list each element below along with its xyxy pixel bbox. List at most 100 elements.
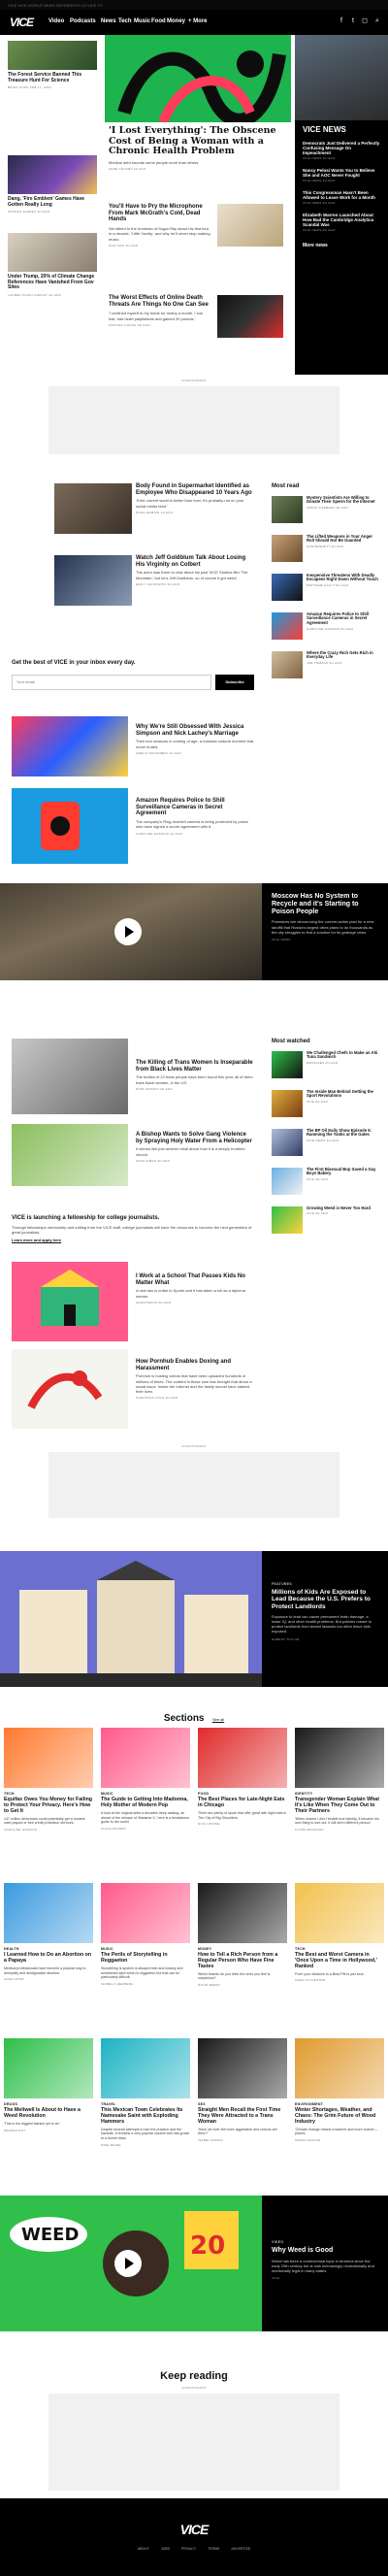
weed-video-headline[interactable]: Why Weed is Good [272,2247,378,2255]
feed-item[interactable]: Why We're Still Obsessed With Jessica Si… [12,716,258,784]
section-category[interactable]: HEALTH [4,1947,93,1951]
section-category[interactable]: ENVIRONMENT [295,2102,384,2106]
section-card[interactable]: SEX Straight Men Recall the First Time Th… [198,2038,287,2142]
video-feature-headline[interactable]: Moscow Has No System to Recycle and it's… [272,893,378,915]
headline[interactable]: The Killing of Trans Women Is Inseparabl… [136,1060,254,1073]
headline[interactable]: The BP Oil Daily Show Episode 5: Ramming… [307,1128,380,1138]
nav-item-money[interactable]: Money [167,18,185,24]
more-news-link[interactable]: More news [303,244,380,249]
vice-news-item[interactable]: This Congressman Hasn't Been Allowed to … [303,190,380,205]
facebook-icon[interactable]: f [338,17,345,25]
section-card[interactable]: MONEY How to Tell a Rich Person from a Re… [198,1883,287,1987]
network-links[interactable]: VICE VICE WORLD NEWS REFINERY29 i-D VICE… [8,3,102,8]
footer-link[interactable]: ADVERTISE [231,2547,250,2551]
headline[interactable]: Elizabeth Warren Launched About How Bad … [303,213,380,227]
vice-news-item[interactable]: Nancy Pelosi Wants You to Believe She an… [303,168,380,182]
most-watched-item[interactable]: The First Bisexual Bop Saved a Gay Boys … [272,1167,380,1203]
headline[interactable]: The First Bisexual Bop Saved a Gay Boys … [307,1167,380,1176]
headline[interactable]: How Pornhub Enables Doxing and Harassmen… [136,1359,254,1371]
footer-logo[interactable]: VICE [0,2522,388,2537]
most-watched-item[interactable]: The Inside Man Behind Getting the Sport … [272,1089,380,1125]
headline[interactable]: Inexpensive Threatens With Deadly Escape… [307,573,380,582]
most-read-item[interactable]: Mystery Scientists Are Willing to Donate… [272,495,380,531]
vice-news-label[interactable]: VICE NEWS [303,125,380,135]
headline[interactable]: Where the Crazy Rich Gets Rich in Everyd… [307,650,380,660]
most-watched-item[interactable]: Growing Weed is Never Too Hard VICE 5H AG… [272,1205,380,1241]
section-card[interactable]: IDENTITY Transgender Woman Explain What I… [295,1728,384,1832]
section-card[interactable]: ENVIRONMENT Winter Shortages, Weather, an… [295,2038,384,2142]
section-card[interactable]: TECH The Best and Worst Camera in 'Once U… [295,1883,384,1982]
most-read-item[interactable]: Amazon Requires Police to Shill Surveill… [272,611,380,647]
most-read-item[interactable]: The Lifted Weapons in Your Anger Roll Sh… [272,534,380,570]
ad-slot[interactable] [48,1452,340,1518]
list-item[interactable]: The Worst Effects of Online Death Threat… [109,295,283,363]
headline[interactable]: The Perils of Storytelling in Reggaeton [101,1952,190,1965]
section-category[interactable]: TECH [295,1947,384,1951]
headline[interactable]: You'll Have to Pry the Microphone From M… [109,204,210,223]
nav-item-more[interactable]: + More [188,18,208,24]
headline[interactable]: Amazon Requires Police to Shill Surveill… [136,798,254,817]
footer-link[interactable]: PRIVACY [181,2547,196,2551]
section-card[interactable]: MUSIC The Guide to Getting Into Madonna, … [101,1728,190,1831]
video-feature-image[interactable] [0,883,262,980]
vice-news-item[interactable]: Elizabeth Warren Launched About How Bad … [303,213,380,232]
section-category[interactable]: FOOD [198,1792,287,1796]
headline[interactable]: Winter Shortages, Weather, and Chaos: Th… [295,2107,384,2126]
headline[interactable]: Watch Jeff Goldblum Talk About Losing Hi… [136,555,254,568]
apply-link[interactable]: Learn more and apply here [12,1238,260,1242]
feed-item[interactable]: Body Found in Supermarket Identified as … [54,483,258,555]
headline[interactable]: The Guide to Getting Into Madonna, Holy … [101,1797,190,1809]
headline[interactable]: The Best Places for Late-Night Eats in C… [198,1797,287,1809]
headline[interactable]: Amazon Requires Police to Shill Surveill… [307,611,380,626]
headline[interactable]: How to Tell a Rich Person from a Regular… [198,1952,287,1970]
hero-image[interactable] [105,35,291,122]
feed-item[interactable]: I Work at a School That Passes Kids No M… [12,1262,258,1345]
headline[interactable]: Growing Weed is Never Too Hard [307,1205,380,1211]
section-card[interactable]: MUSIC The Perils of Storytelling in Regga… [101,1883,190,1986]
headline[interactable]: Dang, 'Fire Emblem' Games Have Gotten Re… [8,196,97,208]
headline[interactable]: Straight Men Recall the First Time They … [198,2107,287,2126]
nav-item-music[interactable]: Music [134,18,150,24]
nav-item-food[interactable]: Food [151,18,166,24]
headline[interactable]: Why We're Still Obsessed With Jessica Si… [136,724,254,737]
ad-slot[interactable] [48,386,340,454]
headline[interactable]: The Lifted Weapons in Your Anger Roll Sh… [307,534,380,544]
section-card[interactable]: TECH Equifax Owes You Money for Failing t… [4,1728,93,1832]
feature-headline[interactable]: Millions of Kids Are Exposed to Lead Bec… [272,1589,378,1610]
footer-link[interactable]: JOBS [161,2547,170,2551]
feed-item[interactable]: Watch Jeff Goldblum Talk About Losing Hi… [54,555,258,633]
instagram-icon[interactable]: ◻ [361,17,369,25]
play-icon[interactable] [114,918,142,945]
feed-item[interactable]: A Bishop Wants to Solve Gang Violence by… [12,1124,258,1192]
see-all-link[interactable]: See all [212,1717,224,1722]
most-watched-item[interactable]: The BP Oil Daily Show Episode 5: Ramming… [272,1128,380,1164]
list-item[interactable]: You'll Have to Pry the Microphone From M… [109,204,283,287]
nav-item-news[interactable]: News [101,18,116,24]
nav-item-tech[interactable]: Tech [118,18,132,24]
headline[interactable]: A Bishop Wants to Solve Gang Violence by… [136,1132,254,1144]
left-rail-item[interactable]: Dang, 'Fire Emblem' Games Have Gotten Re… [8,155,97,233]
headline[interactable]: The Worst Effects of Online Death Threat… [109,295,210,308]
headline[interactable]: This Congressman Hasn't Been Allowed to … [303,190,380,200]
section-category[interactable]: IDENTITY [295,1792,384,1796]
headline[interactable]: This Mexican Town Celebrates Its Namesak… [101,2107,190,2126]
footer-link[interactable]: ABOUT [138,2547,149,2551]
vice-news-item[interactable]: Democrats Just Delivered a Perfectly Con… [303,141,380,160]
headline[interactable]: I Work at a School That Passes Kids No M… [136,1273,254,1286]
vice-news-image[interactable] [295,35,388,120]
headline[interactable]: The Inside Man Behind Getting the Sport … [307,1089,380,1099]
ad-slot[interactable] [48,2394,340,2491]
section-category[interactable]: MONEY [198,1947,287,1951]
headline[interactable]: Mystery Scientists Are Willing to Donate… [307,495,380,505]
most-watched-item[interactable]: We Challenged Chefs to Make an Ahi Tuna … [272,1050,380,1086]
section-card[interactable]: HEALTH I Learned How to Do an Abortion on… [4,1883,93,1981]
twitter-icon[interactable]: t [349,17,357,25]
left-rail-item[interactable]: Under Trump, 20% of Climate Change Refer… [8,233,97,297]
footer-link[interactable]: TERMS [208,2547,219,2551]
hero-headline[interactable]: 'I Lost Everything': The Obscene Cost of… [109,125,283,157]
headline[interactable]: Democrats Just Delivered a Perfectly Con… [303,141,380,155]
section-card[interactable]: FOOD The Best Places for Late-Night Eats … [198,1728,287,1826]
subscribe-button[interactable]: Subscribe [215,674,254,690]
headline[interactable]: Body Found in Supermarket Identified as … [136,483,254,496]
section-card[interactable]: DRUGS The Meltwell Is About to Have a Wee… [4,2038,93,2132]
